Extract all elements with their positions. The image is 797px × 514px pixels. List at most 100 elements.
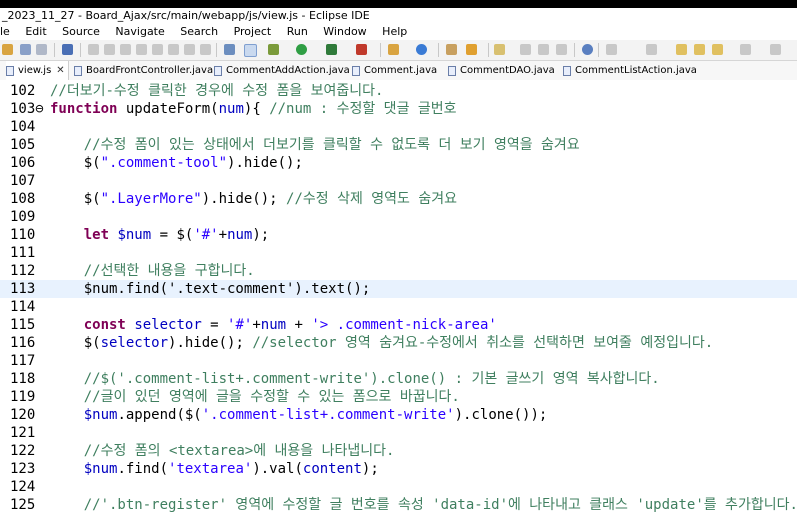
terminal-icon[interactable] bbox=[62, 44, 73, 55]
line-number: 120 bbox=[10, 407, 36, 423]
run-icon[interactable] bbox=[296, 44, 307, 55]
code-line[interactable]: 104 bbox=[0, 118, 797, 136]
step-into-icon[interactable] bbox=[168, 44, 179, 55]
code-text[interactable]: $num.append($('.comment-list+.comment-wr… bbox=[50, 406, 548, 424]
code-editor[interactable]: 102 //더보기-수정 클릭한 경우에 수정 폼을 보여줍니다. 103⊖ func… bbox=[0, 80, 797, 514]
menu-file[interactable]: le bbox=[0, 24, 10, 40]
java-file-icon bbox=[448, 65, 456, 76]
tab-commentaddaction[interactable]: CommentAddAction.java bbox=[214, 61, 350, 80]
code-line[interactable]: 119 //글이 있던 영역에 글을 수정할 수 있는 폼으로 바꿉니다. bbox=[0, 388, 797, 406]
menu-navigate[interactable]: Navigate bbox=[115, 24, 164, 40]
tab-boardfrontcontroller[interactable]: BoardFrontController.java bbox=[74, 61, 213, 80]
code-line[interactable]: 110 let $num = $('#'+num); bbox=[0, 226, 797, 244]
code-text[interactable]: const selector = '#'+num + '> .comment-n… bbox=[50, 316, 497, 334]
code-line[interactable]: 113 $num.find('.text-comment').text(); bbox=[0, 280, 797, 298]
code-line[interactable]: 122 //수정 폼의 <textarea>에 내용을 나타냅니다. bbox=[0, 442, 797, 460]
menu-project[interactable]: Project bbox=[234, 24, 272, 40]
code-line[interactable]: 111 bbox=[0, 244, 797, 262]
annotation-icon[interactable] bbox=[494, 44, 505, 55]
code-text[interactable]: //수정 폼의 <textarea>에 내용을 나타냅니다. bbox=[50, 442, 395, 460]
code-line[interactable]: 112 //선택한 내용을 구합니다. bbox=[0, 262, 797, 280]
forward-history-icon[interactable] bbox=[694, 44, 705, 55]
code-text[interactable]: //선택한 내용을 구합니다. bbox=[50, 262, 255, 280]
code-text[interactable]: $num.find('textarea').val(content); bbox=[50, 460, 379, 478]
step-return-icon[interactable] bbox=[200, 44, 211, 55]
code-text[interactable]: //글이 있던 영역에 글을 수정할 수 있는 폼으로 바꿉니다. bbox=[50, 388, 460, 406]
code-line[interactable]: 114 bbox=[0, 298, 797, 316]
new-class-icon[interactable] bbox=[416, 44, 427, 55]
suspend-icon[interactable] bbox=[120, 44, 131, 55]
line-number: 113 bbox=[10, 281, 36, 297]
line-number: 114 bbox=[10, 299, 36, 315]
code-line[interactable]: 117 bbox=[0, 352, 797, 370]
toggle-mark-icon[interactable] bbox=[224, 44, 235, 55]
menu-window[interactable]: Window bbox=[323, 24, 366, 40]
code-text[interactable]: //$('.comment-list+.comment-write').clon… bbox=[50, 370, 660, 388]
save-all-icon[interactable] bbox=[36, 44, 47, 55]
close-icon[interactable]: ✕ bbox=[56, 61, 64, 80]
menu-help[interactable]: Help bbox=[382, 24, 407, 40]
next-annotation-icon[interactable] bbox=[606, 44, 617, 55]
code-line[interactable]: 106 $(".comment-tool").hide(); bbox=[0, 154, 797, 172]
code-text[interactable]: $(selector).hide(); //selector 영역 숨겨요-수정… bbox=[50, 334, 713, 352]
code-text[interactable]: let $num = $('#'+num); bbox=[50, 226, 270, 244]
code-line[interactable]: 123 $num.find('textarea').val(content); bbox=[0, 460, 797, 478]
tab-commentlistaction[interactable]: CommentListAction.java bbox=[563, 61, 697, 80]
code-line[interactable]: 118 //$('.comment-list+.comment-write').… bbox=[0, 370, 797, 388]
code-line[interactable]: 121 bbox=[0, 424, 797, 442]
code-text[interactable]: $num.find('.text-comment').text(); bbox=[50, 280, 387, 298]
code-line[interactable]: 120 $num.append($('.comment-list+.commen… bbox=[0, 406, 797, 424]
line-number: 123 bbox=[10, 461, 36, 477]
menu-source[interactable]: Source bbox=[62, 24, 100, 40]
last-edit-icon[interactable] bbox=[676, 44, 687, 55]
show-whitespace-icon[interactable] bbox=[538, 44, 549, 55]
new-java-project-icon[interactable] bbox=[388, 44, 399, 55]
toggle-block-selection-icon[interactable] bbox=[244, 44, 257, 57]
tab-comment[interactable]: Comment.java bbox=[352, 61, 437, 80]
code-line[interactable]: 115 const selector = '#'+num + '> .comme… bbox=[0, 316, 797, 334]
tab-label: CommentListAction.java bbox=[575, 65, 697, 76]
code-line[interactable]: 109 bbox=[0, 208, 797, 226]
terminate-icon[interactable] bbox=[136, 44, 147, 55]
code-line[interactable]: 116 $(selector).hide(); //selector 영역 숨겨… bbox=[0, 334, 797, 352]
new-icon[interactable] bbox=[2, 44, 13, 55]
code-text[interactable]: $(".comment-tool").hide(); bbox=[50, 154, 303, 172]
tab-view-js[interactable]: view.js ✕ bbox=[6, 61, 69, 80]
tab-commentdao[interactable]: CommentDAO.java bbox=[448, 61, 555, 80]
pin-editor-icon[interactable] bbox=[770, 44, 781, 55]
external-tools-icon[interactable] bbox=[356, 44, 367, 55]
skip-breakpoints-icon[interactable] bbox=[88, 44, 99, 55]
disconnect-icon[interactable] bbox=[152, 44, 163, 55]
menu-edit[interactable]: Edit bbox=[25, 24, 46, 40]
code-line[interactable]: 124 bbox=[0, 478, 797, 496]
tab-label: view.js bbox=[18, 65, 52, 76]
open-type-icon[interactable] bbox=[446, 44, 457, 55]
code-text[interactable]: //수정 폼이 있는 상태에서 더보기를 클릭할 수 없도록 더 보기 영역을 … bbox=[50, 136, 580, 154]
forward-icon[interactable] bbox=[740, 44, 751, 55]
step-over-icon[interactable] bbox=[184, 44, 195, 55]
code-line[interactable]: 107 bbox=[0, 172, 797, 190]
code-line[interactable]: 108 $(".LayerMore").hide(); //수정 삭제 영역도 … bbox=[0, 190, 797, 208]
code-line[interactable]: 125 //'.btn-register' 영역에 수정할 글 번호를 속성 '… bbox=[0, 496, 797, 514]
search-icon[interactable] bbox=[466, 44, 477, 55]
back-icon[interactable] bbox=[712, 44, 723, 55]
code-line[interactable]: 102 //더보기-수정 클릭한 경우에 수정 폼을 보여줍니다. bbox=[0, 82, 797, 100]
word-wrap-icon[interactable] bbox=[520, 44, 531, 55]
code-line[interactable]: 105 //수정 폼이 있는 상태에서 더보기를 클릭할 수 없도록 더 보기 … bbox=[0, 136, 797, 154]
pilcrow-icon[interactable] bbox=[556, 44, 567, 55]
code-text[interactable]: $(".LayerMore").hide(); //수정 삭제 영역도 숨겨요 bbox=[50, 190, 457, 208]
menu-search[interactable]: Search bbox=[180, 24, 218, 40]
code-line[interactable]: 103⊖ function updateForm(num){ //num : 수정… bbox=[0, 100, 797, 118]
java-file-icon bbox=[352, 65, 360, 76]
previous-annotation-icon[interactable] bbox=[646, 44, 657, 55]
save-icon[interactable] bbox=[20, 44, 31, 55]
run-external-icon[interactable] bbox=[326, 44, 337, 55]
menu-run[interactable]: Run bbox=[287, 24, 308, 40]
web-browser-icon[interactable] bbox=[582, 44, 593, 55]
code-text[interactable]: //더보기-수정 클릭한 경우에 수정 폼을 보여줍니다. bbox=[50, 82, 383, 100]
debug-icon[interactable] bbox=[268, 44, 279, 55]
code-text[interactable]: function updateForm(num){ //num : 수정할 댓글… bbox=[50, 100, 457, 118]
line-number: 116 bbox=[10, 335, 36, 351]
resume-icon[interactable] bbox=[104, 44, 115, 55]
code-text[interactable]: //'.btn-register' 영역에 수정할 글 번호를 속성 'data… bbox=[50, 496, 797, 514]
